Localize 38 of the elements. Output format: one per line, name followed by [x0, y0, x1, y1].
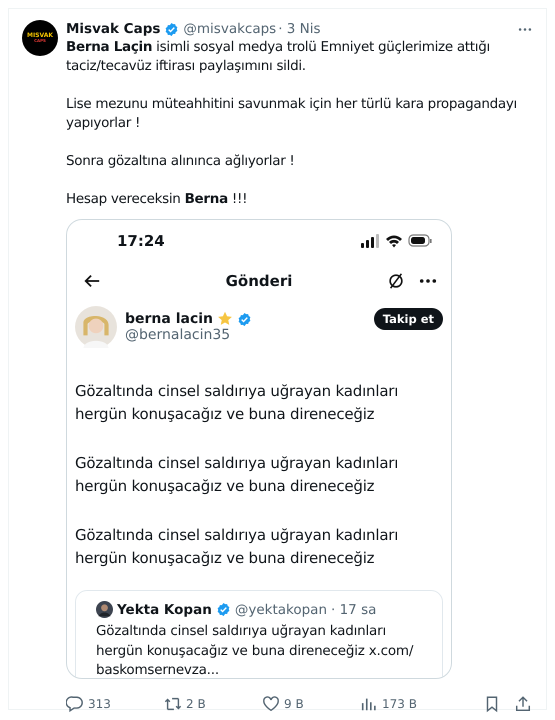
status-clock: 17:24: [117, 232, 165, 250]
quoted-text: Gözaltında cinsel saldırıya uğrayan kadınları hergün konuşacağız ve buna direneceğiz x.com/ baskomsernevza...: [96, 622, 414, 678]
heart-icon[interactable]: [262, 695, 280, 713]
post-text: Lise mezunu müteahhitini savunmak için her türlü kara propagandayı yapıyorlar !: [66, 95, 518, 133]
screen-title: Gönderi: [226, 272, 292, 290]
author-name[interactable]: Misvak Caps: [66, 21, 160, 37]
star-icon: [217, 311, 234, 327]
reply-icon[interactable]: [66, 695, 84, 713]
action-count: 313: [88, 697, 111, 711]
post-text: Gözaltında cinsel saldırıya uğrayan kadınları hergün konuşacağız ve buna direneceğiz: [75, 525, 400, 569]
verified-badge-icon: [216, 602, 231, 617]
post-time[interactable]: · 3 Nis: [278, 21, 321, 37]
post-text: Gözaltında cinsel saldırıya uğrayan kadınları hergün konuşacağız ve buna direneceğiz: [75, 381, 400, 425]
post-text: Gözaltında cinsel saldırıya uğrayan kadınları hergün konuşacağız ve buna direneceğiz: [75, 453, 400, 497]
user-avatar[interactable]: [96, 601, 113, 618]
action-count: 2 B: [186, 697, 206, 711]
action-count: 173 B: [382, 697, 417, 711]
author-handle[interactable]: @misvakcaps: [183, 21, 276, 37]
share-icon[interactable]: [514, 695, 532, 713]
status-icons-drawing: [361, 233, 433, 249]
user-name[interactable]: berna lacin: [125, 311, 214, 327]
post-text: Hesap vereceksin Berna !!!: [66, 190, 248, 209]
repost-icon[interactable]: [164, 695, 182, 713]
quoted-post[interactable]: Yekta Kopan @yektakopan · 17 sa Gözaltında cinsel saldırıya uğrayan kadınları hergün konuşacağız ve buna direneceğiz x.com/ baskomsernevza...: [75, 590, 443, 678]
verified-badge-icon: [237, 312, 252, 326]
user-name[interactable]: Yekta Kopan: [117, 602, 212, 618]
verified-badge-icon: [164, 22, 180, 36]
post-text: Berna Laçin isimli sosyal medya trolü Emniyet güçlerimize attığı taciz/tecavüz iftirası paylaşımını sildi.: [66, 38, 491, 76]
embedded-screenshot[interactable]: [66, 219, 452, 679]
user-handle[interactable]: @yektakopan: [234, 602, 328, 618]
user-handle[interactable]: @bernalacin35: [125, 327, 366, 343]
post-text: Sonra gözaltına alınınca ağlıyorlar !: [66, 152, 296, 171]
more-options-icon[interactable]: [518, 26, 532, 32]
action-count: 9 B: [284, 697, 304, 711]
back-arrow-icon[interactable]: [83, 272, 101, 290]
slashed-circle-icon[interactable]: [387, 272, 405, 290]
post-time: · 17 sa: [331, 602, 376, 618]
follow-button[interactable]: Takip et: [374, 308, 443, 330]
